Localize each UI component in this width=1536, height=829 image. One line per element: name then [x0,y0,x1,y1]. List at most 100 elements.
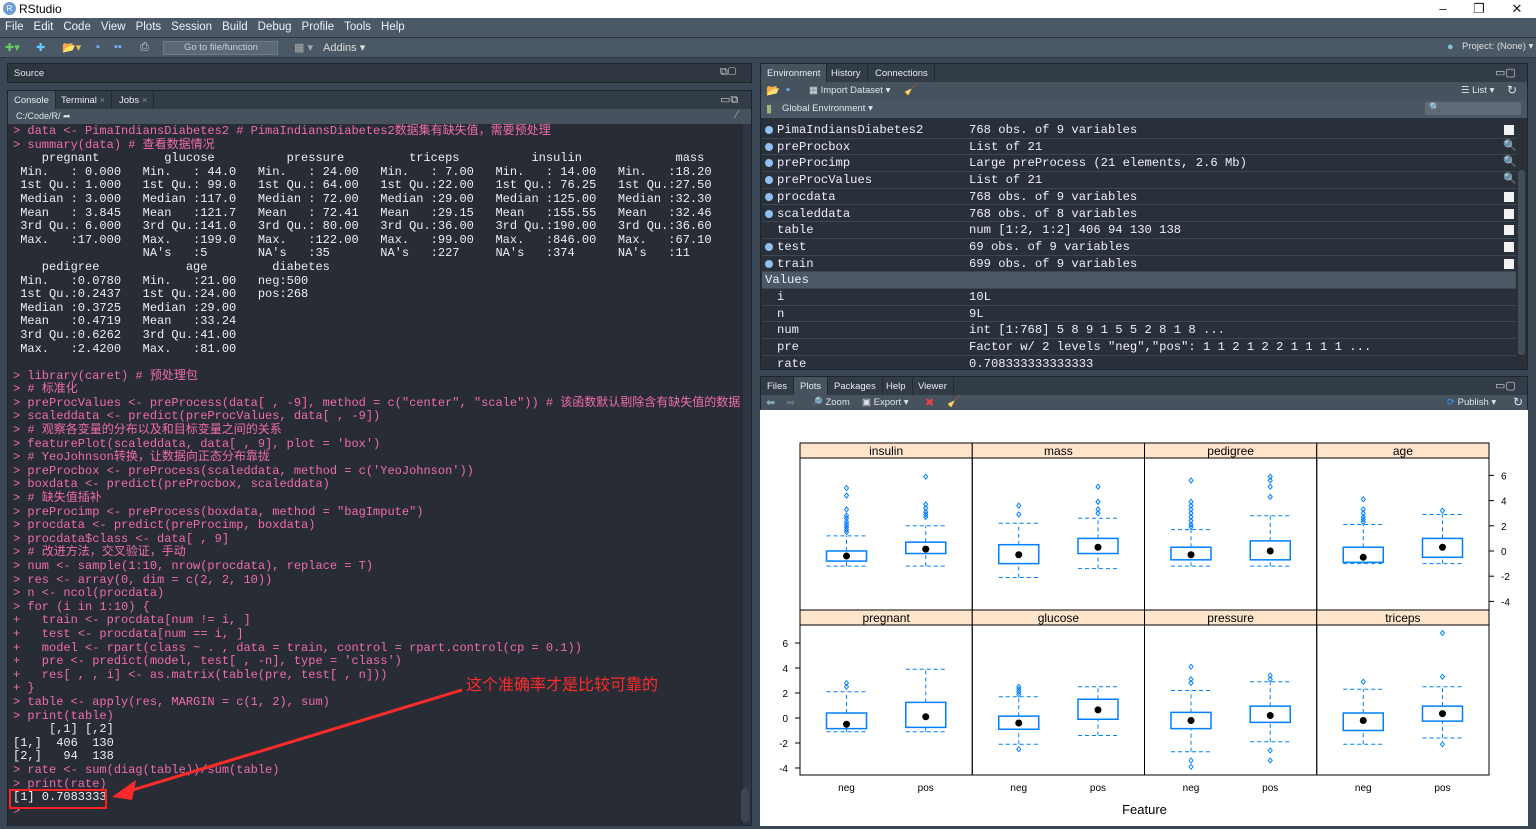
environment-row[interactable]: preProcValues List of 21 🔍 [762,172,1517,189]
environment-row[interactable]: preProcimp Large preProcess (21 elements,… [762,155,1517,173]
y-tick-label: -4 [779,764,788,775]
outlier-point [1439,673,1446,681]
outlier-point [923,473,929,480]
restore-button[interactable]: ❐ [1464,1,1494,17]
zoom-button[interactable]: 🔎 Zoom [811,397,850,408]
y-tick-label: 0 [782,714,788,725]
view-search-icon[interactable]: 🔍 [1503,155,1517,171]
remove-plot-icon[interactable]: ✖ [925,396,934,409]
outlier-point [1188,763,1194,771]
feature-box-plot: pregnant neg pos glucose neg pos pressure neg po… [779,442,1510,817]
view-table-icon[interactable] [1504,125,1514,135]
tab-viewer[interactable]: Viewer [912,377,954,395]
expand-icon[interactable] [765,242,773,251]
variable-value: List of 21 [969,173,1043,188]
annotation-arrow [112,688,463,800]
arrow-head [112,780,136,800]
view-table-icon[interactable] [1504,208,1514,219]
variable-name: rate [777,356,807,371]
outlier-point [1267,483,1273,491]
panel-title: age [1393,444,1413,458]
variable-name: preProcValues [777,173,873,188]
outlier-point [1267,672,1273,679]
view-table-icon[interactable] [1504,191,1514,202]
view-search-icon[interactable]: 🔍 [1503,139,1517,155]
panel-title: pedigree [1207,444,1254,458]
broom-icon[interactable]: 🧹 [904,83,918,96]
panel-frame [1144,624,1318,776]
scope-label: Global Environment [782,103,866,114]
outlier-point [1188,498,1194,506]
tab-files[interactable]: Files [761,377,795,395]
environment-row[interactable]: preProcbox List of 21 🔍 [762,139,1517,156]
x-axis-label: Feature [1122,802,1167,817]
publish-button[interactable]: ⟳ Publish ▾ [1447,397,1496,408]
environment-row[interactable]: table num [1:2, 1:2] 406 94 130 138 [762,222,1516,239]
environment-row[interactable]: scaleddata 768 obs. of 8 variables [762,206,1516,223]
plot-viewer: pregnant neg pos glucose neg pos pressure neg po… [760,410,1528,826]
maximize-pane-icon[interactable]: ▭▢ [1495,66,1516,79]
tab-plots[interactable]: Plots [794,377,829,395]
tab-packages[interactable]: Packages [828,377,883,395]
tab-connections[interactable]: Connections [869,64,935,82]
environment-row[interactable]: n 9L [762,306,1516,323]
forward-arrow-icon[interactable]: ➡ [786,396,795,409]
view-table-icon[interactable] [1504,241,1514,252]
y-tick-label: 4 [782,664,788,675]
environment-row[interactable]: train 699 obs. of 9 variables [762,256,1516,273]
environment-row[interactable]: PimaIndiansDiabetes2 768 obs. of 9 variab… [762,122,1516,139]
refresh-icon[interactable]: ↻ [1507,83,1517,97]
load-workspace-icon[interactable]: 📂 [766,84,780,97]
expand-icon[interactable] [765,259,773,268]
export-button[interactable]: ▣ Export ▾ [862,397,909,408]
expand-icon[interactable] [765,209,773,218]
refresh-icon[interactable]: ↻ [1513,395,1523,409]
view-search-icon[interactable]: 🔍 [1503,172,1517,188]
import-dataset-label: Import Dataset [820,85,883,96]
tab-environment[interactable]: Environment [761,64,828,82]
list-view-label: List [1472,85,1487,96]
environment-row[interactable]: rate 0.708333333333333 [762,356,1516,373]
maximize-pane-icon[interactable]: ▭▢ [1495,379,1516,392]
environment-row[interactable]: test 69 obs. of 9 variables [762,239,1516,256]
save-workspace-icon[interactable]: ▪ [786,84,790,96]
environment-search-input[interactable]: 🔍 [1425,102,1521,115]
zoom-label: Zoom [825,397,850,408]
x-tick-label: pos [918,783,934,794]
import-dataset-button[interactable]: ▦ Import Dataset ▾ [809,85,890,96]
close-button[interactable]: ✕ [1502,1,1532,17]
expand-icon[interactable] [765,159,773,168]
variable-name: i [777,290,785,304]
expand-icon[interactable] [765,142,773,151]
environment-row[interactable]: num int [1:768] 5 8 9 1 5 5 2 8 1 8 ... [762,322,1516,340]
expand-icon[interactable] [765,176,773,185]
environment-scrollbar[interactable] [1518,170,1525,355]
minimize-button[interactable]: – [1428,1,1458,16]
variable-value: Large preProcess (21 elements, 2.6 Mb) [969,156,1247,171]
environment-row[interactable]: pre Factor w/ 2 levels "neg","pos": 1 1 2… [762,339,1516,356]
expand-icon[interactable] [765,126,773,134]
variable-name: scaleddata [777,206,851,221]
median-dot [1438,710,1446,718]
view-table-icon[interactable] [1504,225,1514,236]
variable-name: pre [777,340,799,355]
median-dot [1266,547,1274,555]
tab-help[interactable]: Help [880,377,913,395]
expand-icon[interactable] [765,192,773,201]
broom-icon[interactable]: 🧹 [947,395,961,408]
panel-frame [799,624,973,776]
global-environment-dropdown[interactable]: Global Environment ▾ [782,103,873,114]
outlier-point [1360,496,1366,503]
project-icon: ● [1447,41,1454,53]
x-tick-label: neg [838,783,855,794]
panel-title: pressure [1207,611,1254,625]
tab-history[interactable]: History [825,64,868,82]
back-arrow-icon[interactable]: ⬅ [766,396,775,409]
environment-row[interactable]: procdata 768 obs. of 9 variables [762,189,1516,206]
project-menu[interactable]: Project: (None) ▾ [1462,41,1533,52]
list-view-button[interactable]: ☰ List ▾ [1461,85,1494,96]
panel-title: triceps [1385,611,1420,625]
environment-row[interactable]: i 10L [762,289,1516,306]
view-table-icon[interactable] [1504,258,1514,269]
y-tick-label-right: -4 [1501,597,1510,608]
